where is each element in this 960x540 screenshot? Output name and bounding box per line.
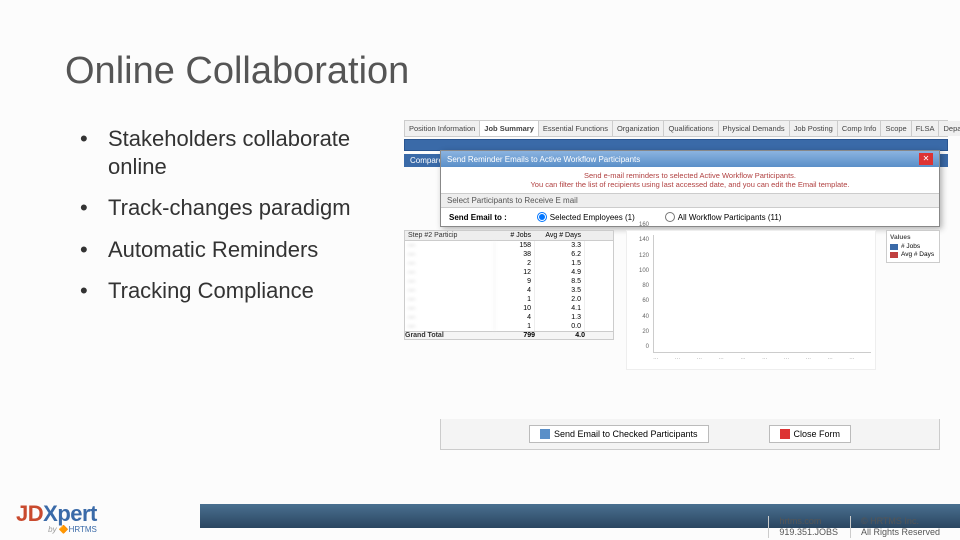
tab[interactable]: Job Posting xyxy=(790,121,838,136)
bullet-item: Track-changes paradigm xyxy=(80,194,400,222)
tab[interactable]: Departmental Competencies xyxy=(939,121,960,136)
table-row[interactable]: —21.5 xyxy=(405,259,613,268)
table-row[interactable]: —41.3 xyxy=(405,313,613,322)
app-screenshot: Position Information Job Summary Essenti… xyxy=(404,120,948,450)
tab[interactable]: Physical Demands xyxy=(719,121,790,136)
bullet-list: Stakeholders collaborate online Track-ch… xyxy=(80,125,400,319)
bullet-item: Tracking Compliance xyxy=(80,277,400,305)
tab[interactable]: Position Information xyxy=(405,121,480,136)
send-email-button[interactable]: Send Email to Checked Participants xyxy=(529,425,709,443)
dialog-instructions: Send e-mail reminders to selected Active… xyxy=(441,167,939,193)
send-to-row: Send Email to : Selected Employees (1) A… xyxy=(441,208,939,226)
tab[interactable]: Comp Info xyxy=(838,121,882,136)
close-icon[interactable]: ✕ xyxy=(919,153,933,165)
reminder-dialog: Send Reminder Emails to Active Workflow … xyxy=(440,150,940,227)
slide-footer: JDXpert by🔶HRTMS hrtms.com 919.351.JOBS … xyxy=(0,492,960,540)
close-form-button[interactable]: Close Form xyxy=(769,425,852,443)
participants-chart: 020406080100120140160 ………………………… xyxy=(626,230,876,370)
logo: JDXpert by🔶HRTMS xyxy=(16,501,97,534)
table-row[interactable]: —124.9 xyxy=(405,268,613,277)
dialog-subheader: Select Participants to Receive E mail xyxy=(441,193,939,208)
footer-site: hrtms.com xyxy=(779,516,838,527)
radio-selected-employees[interactable]: Selected Employees (1) xyxy=(537,212,635,222)
tab[interactable]: Scope xyxy=(881,121,911,136)
mail-icon xyxy=(540,429,550,439)
table-row[interactable]: —98.5 xyxy=(405,277,613,286)
footer-phone: 919.351.JOBS xyxy=(779,527,838,538)
table-row[interactable]: —12.0 xyxy=(405,295,613,304)
footer-text: hrtms.com 919.351.JOBS © HRTMS Inc. All … xyxy=(768,516,940,539)
dialog-buttons: Send Email to Checked Participants Close… xyxy=(440,419,940,450)
tab[interactable]: Job Summary xyxy=(480,121,539,136)
footer-rights: All Rights Reserved xyxy=(861,527,940,538)
bullet-item: Stakeholders collaborate online xyxy=(80,125,400,180)
tab[interactable]: Qualifications xyxy=(664,121,718,136)
chart-legend: Values # Jobs Avg # Days xyxy=(886,230,940,263)
footer-copyright: © HRTMS Inc. xyxy=(861,516,940,527)
tab[interactable]: Essential Functions xyxy=(539,121,613,136)
table-total-row: Grand Total 799 4.0 xyxy=(405,331,613,339)
slide-title: Online Collaboration xyxy=(65,50,409,93)
table-row[interactable]: —1583.3 xyxy=(405,241,613,250)
radio-all-participants[interactable]: All Workflow Participants (11) xyxy=(665,212,782,222)
tab[interactable]: FLSA xyxy=(912,121,940,136)
table-row[interactable]: —104.1 xyxy=(405,304,613,313)
tab[interactable]: Organization xyxy=(613,121,665,136)
table-row[interactable]: —386.2 xyxy=(405,250,613,259)
table-header: Step #2 Particip # Jobs Avg # Days xyxy=(405,231,613,241)
dialog-title-text: Send Reminder Emails to Active Workflow … xyxy=(447,155,640,164)
bullet-item: Automatic Reminders xyxy=(80,236,400,264)
table-row[interactable]: —10.0 xyxy=(405,322,613,331)
participants-table: Step #2 Particip # Jobs Avg # Days —1583… xyxy=(404,230,614,340)
dialog-titlebar: Send Reminder Emails to Active Workflow … xyxy=(441,151,939,167)
table-row[interactable]: —43.5 xyxy=(405,286,613,295)
close-icon xyxy=(780,429,790,439)
tab-bar: Position Information Job Summary Essenti… xyxy=(404,120,948,137)
send-to-label: Send Email to : xyxy=(449,213,507,222)
